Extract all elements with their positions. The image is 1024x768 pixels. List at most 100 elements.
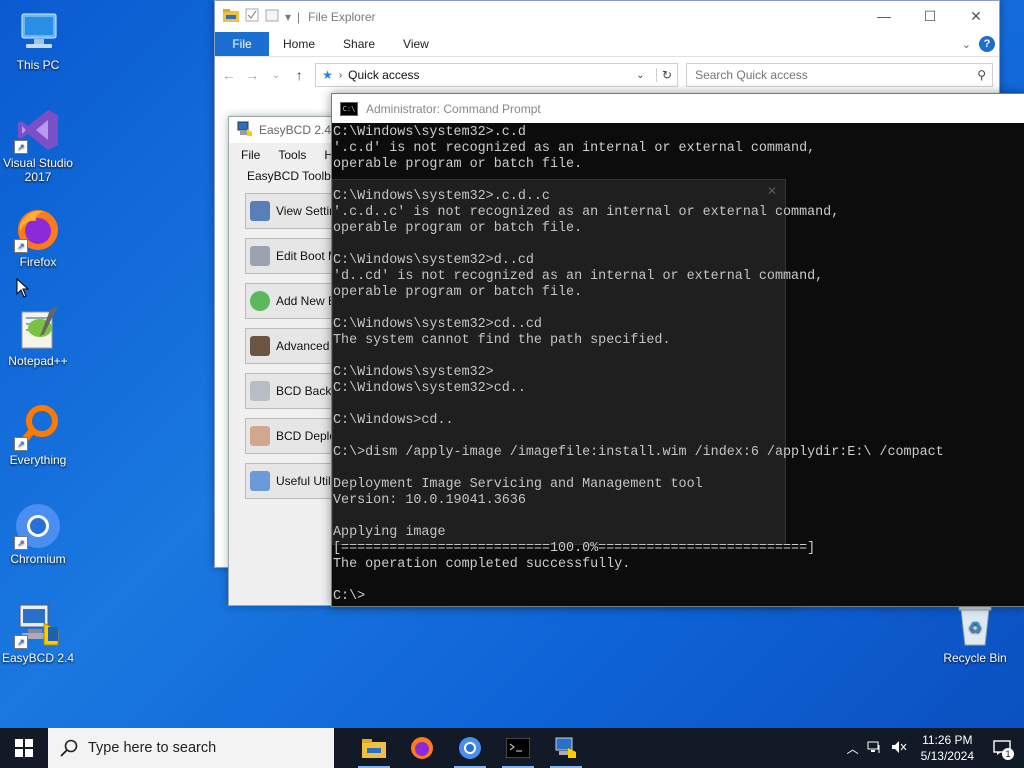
firefox-icon (411, 737, 433, 759)
tab-share[interactable]: Share (329, 32, 389, 56)
desktop-icon-recycle-bin[interactable]: ♻ Recycle Bin (937, 601, 1013, 665)
recent-locations-chevron-icon[interactable]: ⌄ (268, 70, 284, 81)
explorer-search-input[interactable] (693, 67, 978, 83)
cmd-title: Administrator: Command Prompt (366, 101, 541, 116)
taskbar-easybcd[interactable] (542, 728, 590, 768)
tab-view[interactable]: View (389, 32, 443, 56)
taskbar-pinned-apps (350, 728, 590, 768)
console-line: 'd..cd' is not recognized as an internal… (333, 269, 824, 284)
show-hidden-icons-chevron-icon[interactable]: ︿ (847, 740, 859, 757)
tools-icon (250, 246, 270, 266)
taskbar-clock[interactable]: 11:26 PM 5/13/2024 (921, 732, 974, 764)
menu-tools[interactable]: Tools (278, 148, 306, 162)
chevron-down-icon[interactable]: ▾ (285, 10, 291, 24)
taskbar-chromium[interactable] (446, 728, 494, 768)
properties-icon[interactable] (245, 8, 259, 25)
console-output[interactable]: C:\Windows\system32>.c.d '.c.d' is not r… (332, 125, 1024, 606)
everything-search-icon: ↗ (14, 403, 62, 451)
window-icon (250, 471, 270, 491)
taskbar-search-placeholder: Type here to search (88, 740, 217, 756)
console-line: The system cannot find the path specifie… (333, 333, 671, 348)
desktop-icon-this-pc[interactable]: This PC (0, 8, 76, 72)
new-folder-icon[interactable] (265, 8, 279, 25)
tab-file[interactable]: File (215, 32, 269, 56)
taskbar-search-box[interactable]: Type here to search (48, 728, 334, 768)
console-line: operable program or batch file. (333, 285, 583, 300)
search-icon (60, 739, 78, 757)
console-line: C:\Windows\system32>.c.d (333, 125, 526, 140)
address-dropdown-chevron-icon[interactable]: ⌄ (636, 70, 650, 81)
close-button[interactable]: ✕ (953, 1, 999, 32)
taskbar-file-explorer[interactable] (350, 728, 398, 768)
back-arrow-icon[interactable]: ← (221, 67, 237, 83)
help-icon[interactable]: ? (979, 36, 995, 52)
notification-center-button[interactable]: 1 (988, 734, 1016, 762)
console-line: The operation completed successfully. (333, 557, 631, 572)
menu-file[interactable]: File (241, 148, 260, 162)
easybcd-app-icon (237, 121, 253, 140)
explorer-address-bar-row: ← → ⌄ ↑ ★ › Quick access ⌄ ↻ ⚲ (215, 57, 999, 93)
firefox-icon: ↗ (14, 205, 62, 253)
console-line: C:\Windows\system32> (333, 365, 494, 380)
desktop-icon-label: Everything (9, 453, 67, 467)
chromium-icon: ↗ (14, 502, 62, 550)
up-arrow-icon[interactable]: ↑ (292, 67, 308, 83)
quick-access-toolbar: ▾ | (215, 8, 300, 25)
explorer-ribbon: File Home Share View ⌄ ? (215, 32, 999, 57)
button-label: Edit Boot M (276, 249, 339, 263)
console-line: Deployment Image Servicing and Managemen… (333, 477, 703, 492)
start-button[interactable] (0, 728, 48, 768)
forward-arrow-icon[interactable]: → (245, 67, 261, 83)
console-line: C:\Windows\system32>cd.. (333, 381, 526, 396)
shortcut-arrow-icon: ↗ (14, 140, 28, 154)
explorer-search-box[interactable]: ⚲ (686, 63, 994, 87)
console-line: operable program or batch file. (333, 221, 583, 236)
console-line: Applying image (333, 525, 446, 540)
address-input[interactable]: ★ › Quick access ⌄ ↻ (315, 63, 679, 87)
console-prompt-line: C:\> (333, 589, 366, 604)
desktop-icon-label: This PC (16, 58, 60, 72)
breadcrumb-separator-icon: › (338, 69, 343, 81)
desktop-icon-easybcd[interactable]: ↗ EasyBCD 2.4 (0, 601, 76, 665)
address-value: Quick access (348, 68, 420, 82)
maximize-button[interactable]: ☐ (907, 1, 953, 32)
chromium-icon (459, 737, 481, 759)
console-line: C:\Windows>cd.. (333, 413, 454, 428)
taskbar-firefox[interactable] (398, 728, 446, 768)
taskbar: Type here to search ︿ 11:26 PM 5/13/2024 (0, 728, 1024, 768)
console-line: C:\Windows\system32>d..cd (333, 253, 534, 268)
add-icon (250, 291, 270, 311)
command-prompt-window[interactable]: C:\ Administrator: Command Prompt C:\Win… (331, 93, 1024, 607)
explorer-title-bar[interactable]: ▾ | File Explorer — ☐ ✕ (215, 1, 999, 32)
cmd-title-bar[interactable]: C:\ Administrator: Command Prompt (332, 94, 1024, 123)
refresh-icon[interactable]: ↻ (656, 68, 677, 82)
tab-home[interactable]: Home (269, 32, 329, 56)
volume-muted-icon[interactable] (891, 740, 907, 757)
clock-date: 5/13/2024 (920, 749, 974, 763)
shortcut-arrow-icon: ↗ (14, 635, 28, 649)
desktop-icon-everything[interactable]: ↗ Everything (0, 403, 76, 467)
desktop-icon-label: Visual Studio 2017 (3, 156, 73, 184)
desktop-icon-firefox[interactable]: ↗ Firefox (0, 205, 76, 269)
expand-ribbon-chevron-icon[interactable]: ⌄ (962, 38, 971, 51)
folder-icon (223, 8, 239, 25)
shortcut-arrow-icon: ↗ (14, 536, 28, 550)
button-label: View Settin (276, 204, 336, 218)
title-separator: | (297, 9, 301, 24)
console-line: operable program or batch file. (333, 157, 583, 172)
desktop-icon-chromium[interactable]: ↗ Chromium (0, 502, 76, 566)
desktop-icon-notepad-plus-plus[interactable]: Notepad++ (0, 304, 76, 368)
monitor-icon (250, 201, 270, 221)
desktop-icon-visual-studio[interactable]: ↗ Visual Studio 2017 (0, 106, 76, 184)
minimize-button[interactable]: — (861, 1, 907, 32)
taskbar-command-prompt[interactable] (494, 728, 542, 768)
console-line: '.c.d' is not recognized as an internal … (333, 141, 816, 156)
database-icon (250, 381, 270, 401)
console-line: C:\Windows\system32>.c.d..c (333, 189, 550, 204)
network-icon[interactable] (867, 740, 883, 757)
